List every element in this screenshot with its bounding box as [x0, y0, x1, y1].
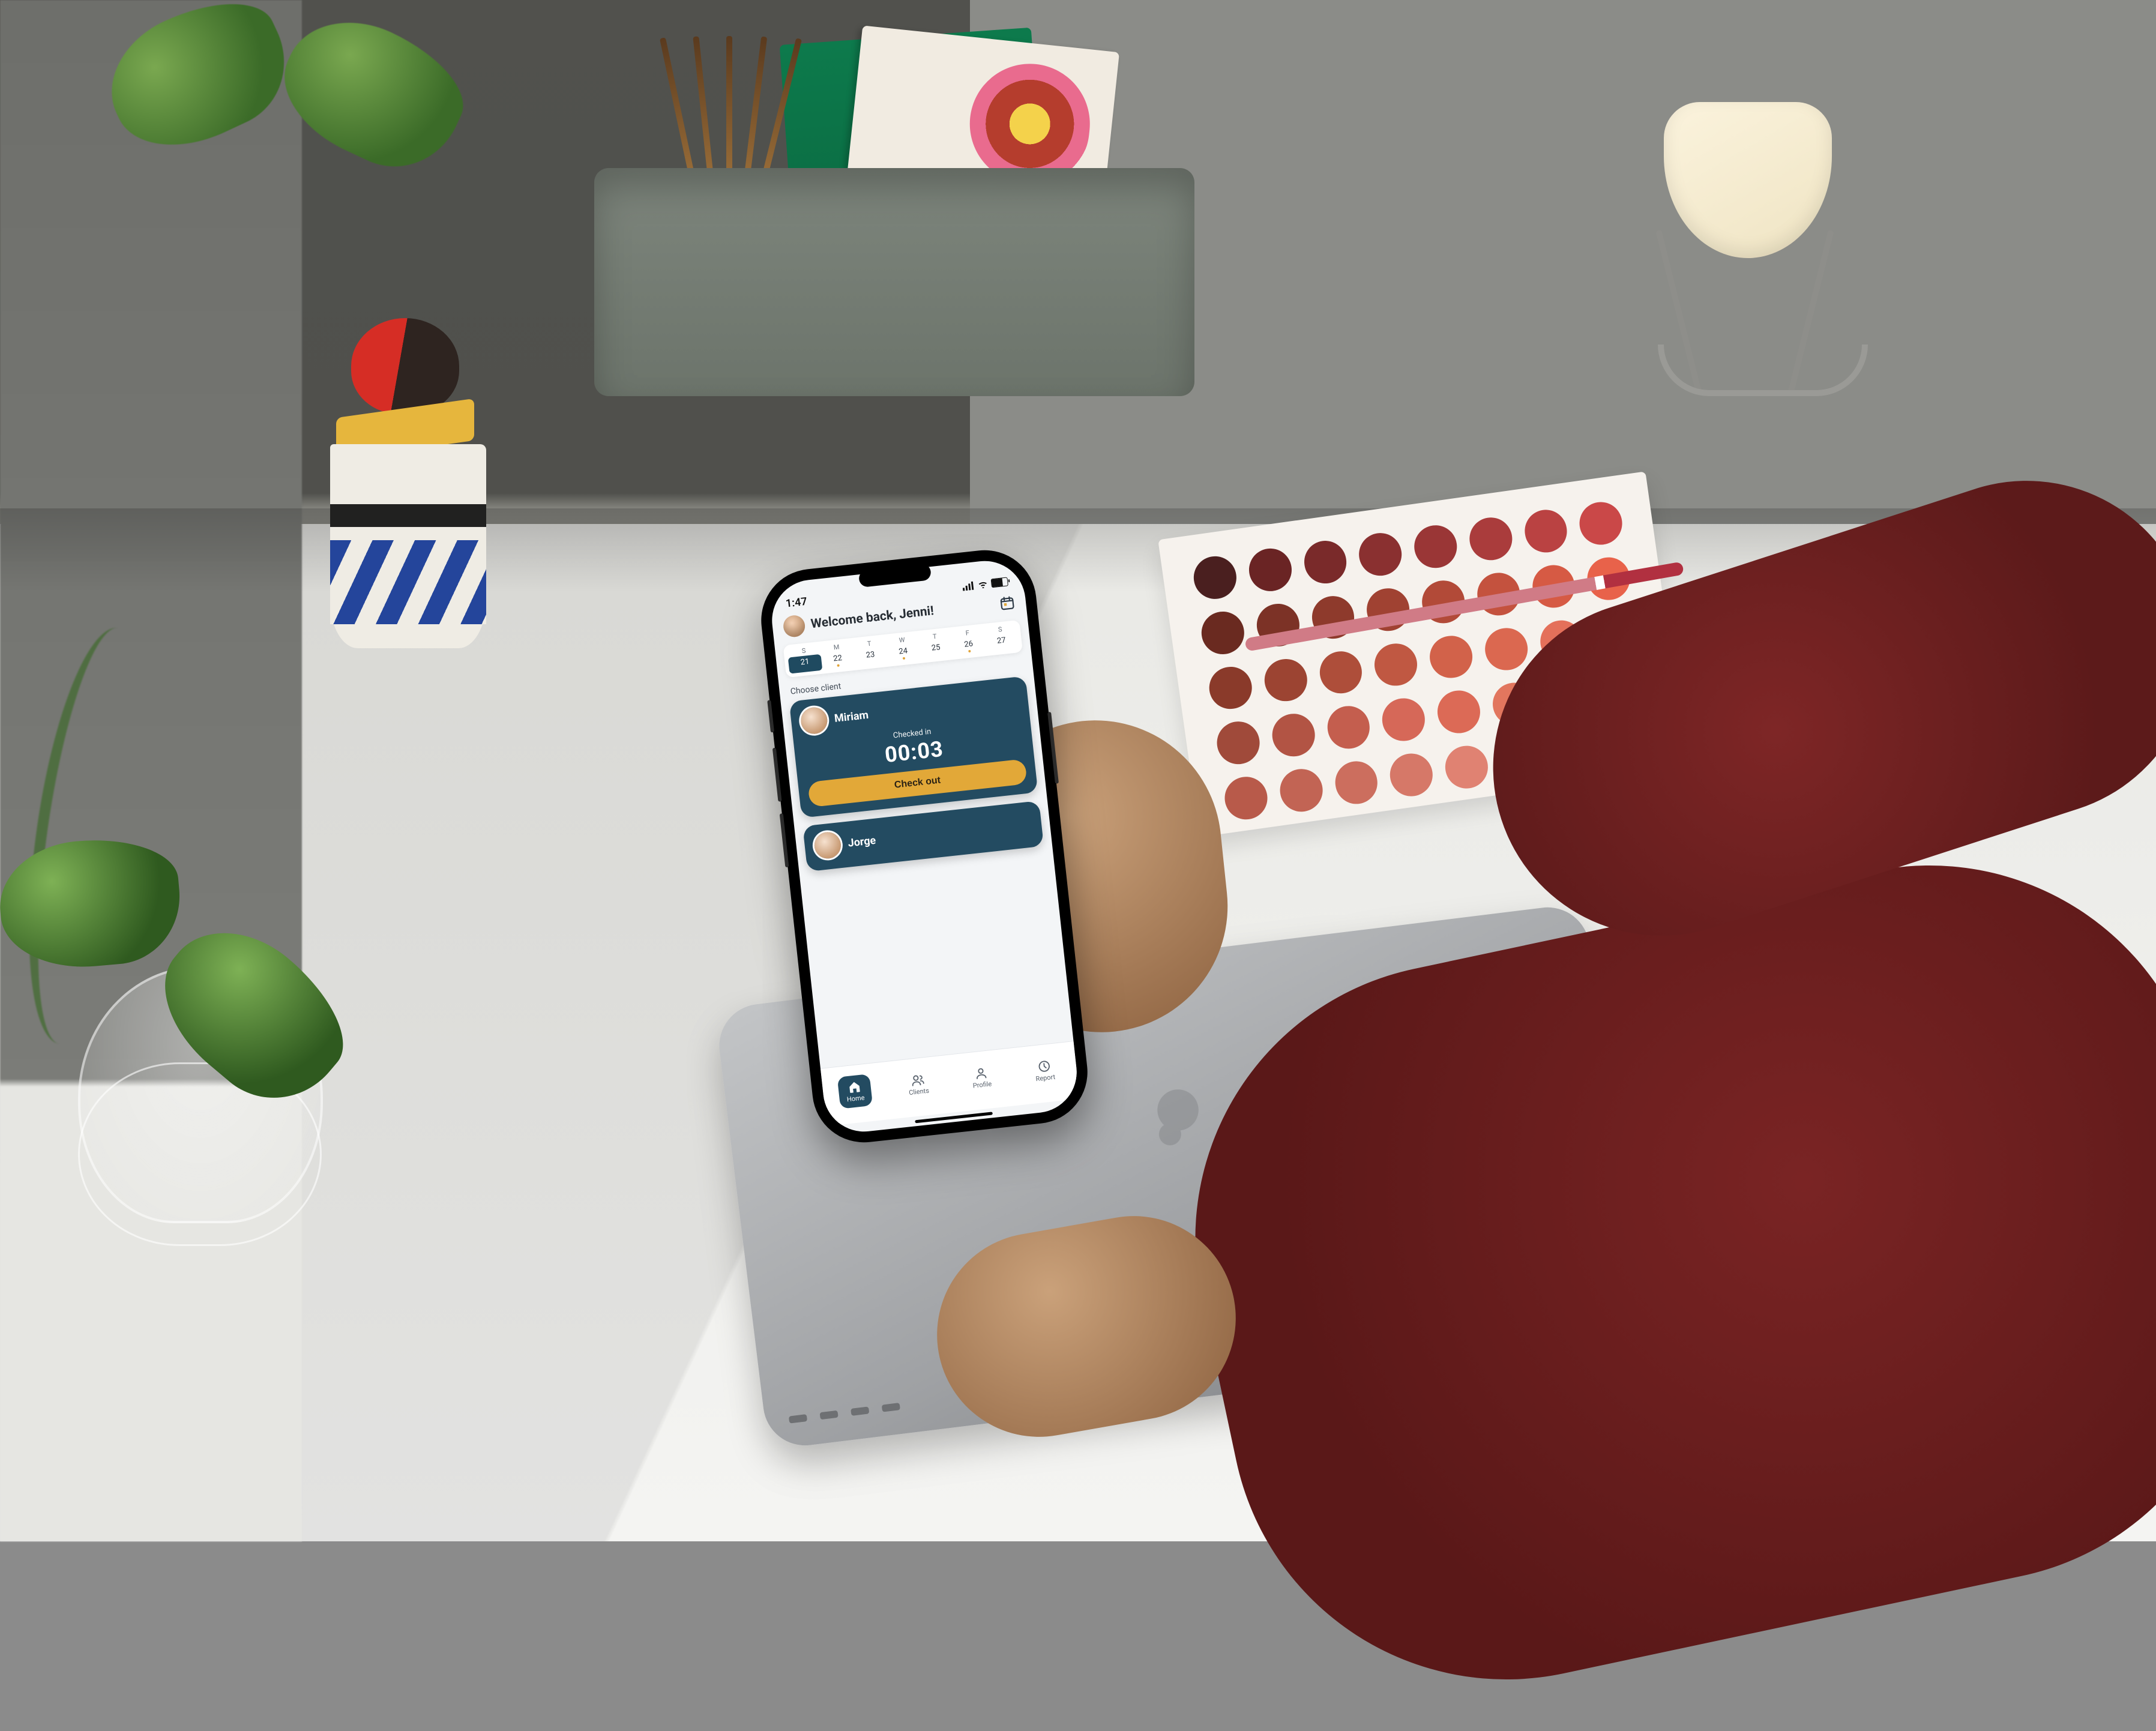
wifi-icon: [977, 579, 989, 589]
user-avatar[interactable]: [782, 614, 806, 638]
tab-label: Report: [1035, 1073, 1056, 1082]
palette-swatch: [1262, 656, 1310, 704]
desk-edge: [0, 508, 2156, 592]
sweater-arm: [1100, 576, 2156, 1537]
tab-report[interactable]: Report: [1012, 1056, 1077, 1085]
palette-swatch: [1498, 735, 1546, 783]
home-icon: [847, 1079, 861, 1094]
signal-icon: [962, 581, 975, 591]
calendar-day[interactable]: 21: [788, 654, 822, 674]
report-icon: [1037, 1059, 1052, 1073]
palette-swatch: [1387, 751, 1435, 799]
palette-swatch: [1222, 774, 1270, 822]
palette-swatch: [1380, 696, 1428, 744]
palette-swatch: [1325, 703, 1373, 751]
palette-swatch: [1442, 743, 1490, 791]
palette-swatch: [1214, 719, 1262, 767]
palette-swatch: [1332, 759, 1381, 807]
clients-icon: [911, 1073, 925, 1087]
calendar-day[interactable]: 26: [951, 636, 986, 656]
palette-swatch: [1608, 720, 1656, 768]
tab-profile[interactable]: Profile: [948, 1063, 1014, 1092]
calendar-day[interactable]: 24: [886, 643, 920, 663]
palette-swatch: [1435, 688, 1483, 736]
palette-swatch: [1545, 672, 1593, 720]
tab-label: Profile: [972, 1080, 992, 1089]
status-time: 1:47: [785, 595, 808, 610]
client-name: Jorge: [848, 834, 877, 849]
palette-swatch: [1277, 766, 1325, 814]
profile-icon: [974, 1065, 988, 1080]
tab-label: Clients: [909, 1086, 930, 1097]
palette-swatch: [1482, 625, 1530, 673]
palette-swatch: [1537, 618, 1585, 666]
phone-device: 1:47 Welcome back, Jenni!: [756, 545, 1093, 1148]
wall: [970, 0, 2156, 524]
wooden-doll: [318, 318, 498, 672]
client-name: Miriam: [834, 708, 869, 724]
tab-clients[interactable]: Clients: [885, 1070, 951, 1098]
hand-resting: [921, 1200, 1251, 1453]
tab-label: Home: [846, 1094, 865, 1103]
scene: 1:47 Welcome back, Jenni!: [0, 0, 2156, 1541]
calendar-day[interactable]: 22: [821, 651, 855, 670]
client-card-miriam[interactable]: Miriam Checked in 00:03 Check out: [789, 676, 1038, 818]
palette-swatch: [1427, 633, 1475, 681]
battery-icon: [991, 577, 1008, 588]
palette-swatch: [1600, 664, 1648, 712]
calendar-day[interactable]: 23: [854, 647, 888, 667]
palette-swatch: [1490, 680, 1538, 728]
palette-swatch: [1254, 601, 1302, 649]
palette-swatch: [1309, 593, 1357, 641]
palette-swatch: [1372, 640, 1420, 688]
calendar-day[interactable]: 25: [919, 640, 953, 660]
calendar-icon[interactable]: [999, 594, 1016, 612]
client-avatar: [799, 706, 828, 735]
palette-swatch: [1553, 727, 1601, 775]
tab-home[interactable]: Home: [822, 1072, 888, 1110]
palette-swatch: [1317, 648, 1365, 696]
welcome-text: Welcome back, Jenni!: [810, 604, 935, 631]
palette-swatch: [1206, 664, 1254, 712]
client-avatar: [813, 831, 842, 859]
palette-swatch: [1592, 610, 1640, 658]
calendar-day[interactable]: 27: [984, 633, 1019, 652]
palette-swatch: [1199, 609, 1247, 657]
palette-swatch: [1269, 711, 1317, 759]
